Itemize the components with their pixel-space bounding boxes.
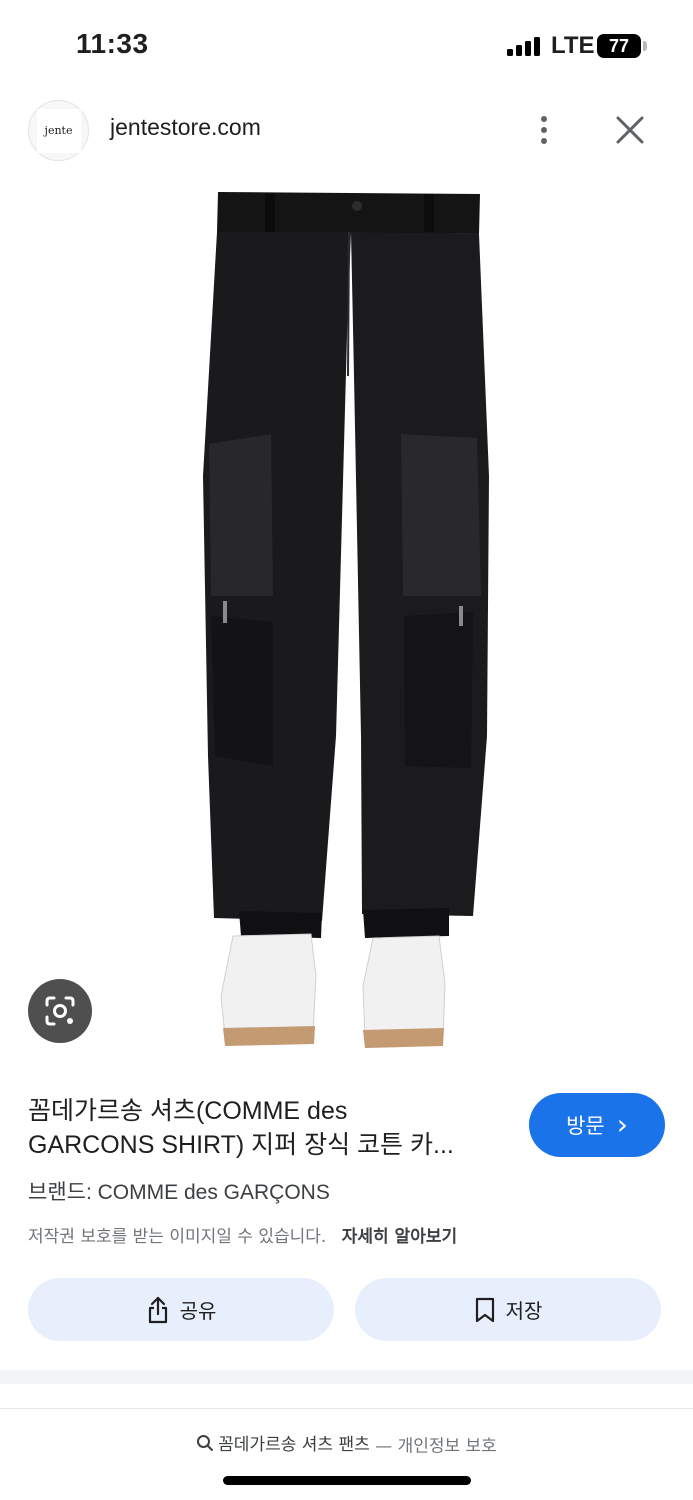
- status-bar: 11:33 LTE 77: [0, 0, 693, 90]
- signal-icon: [507, 36, 543, 56]
- visit-button[interactable]: 방문 ›: [529, 1093, 665, 1157]
- pants-illustration: [203, 192, 489, 1048]
- footer: 꼼데가르송 셔츠 팬츠 — 개인정보 보호: [0, 1430, 693, 1457]
- site-domain[interactable]: jentestore.com: [110, 114, 261, 141]
- save-label: 저장: [505, 1299, 543, 1323]
- chevron-right-icon: ›: [616, 1108, 628, 1141]
- brand-line: 브랜드: COMME des GARÇONS: [28, 1181, 330, 1204]
- network-type: LTE: [551, 32, 595, 59]
- product-title-line2: GARCONS SHIRT) 지퍼 장식 코튼 카...: [28, 1131, 454, 1159]
- footer-search-link[interactable]: 꼼데가르송 셔츠 팬츠: [196, 1430, 370, 1455]
- copyright-text: 저작권 보호를 받는 이미지일 수 있습니다.: [28, 1227, 327, 1247]
- section-divider: [0, 1370, 693, 1384]
- site-logo-text: jente: [36, 108, 81, 153]
- learn-more-link[interactable]: 자세히 알아보기: [342, 1227, 457, 1247]
- battery-icon: 77: [597, 34, 641, 58]
- share-icon: [148, 1296, 167, 1323]
- share-button[interactable]: 공유: [28, 1278, 334, 1341]
- more-vert-icon[interactable]: [524, 110, 564, 150]
- status-time: 11:33: [76, 28, 149, 59]
- footer-search-query: 꼼데가르송 셔츠 팬츠: [218, 1435, 370, 1455]
- save-button[interactable]: 저장: [355, 1278, 661, 1341]
- battery-tip: [643, 41, 647, 51]
- bookmark-icon: [475, 1297, 494, 1322]
- lens-icon[interactable]: [28, 979, 92, 1043]
- close-icon[interactable]: [610, 110, 650, 150]
- home-indicator[interactable]: [223, 1476, 471, 1485]
- footer-separator: —: [375, 1436, 393, 1457]
- copyright-notice: 저작권 보호를 받는 이미지일 수 있습니다. 자세히 알아보기: [28, 1222, 457, 1247]
- privacy-link[interactable]: 개인정보 보호: [398, 1437, 497, 1457]
- footer-divider: [0, 1408, 693, 1409]
- share-label: 공유: [179, 1299, 217, 1323]
- search-icon: [197, 1434, 214, 1451]
- product-image[interactable]: [11, 176, 682, 1071]
- product-title-line1: 꼼데가르송 셔츠(COMME des: [28, 1097, 348, 1125]
- visit-button-label: 방문: [566, 1114, 605, 1138]
- site-logo[interactable]: jente: [28, 100, 89, 161]
- product-title[interactable]: 꼼데가르송 셔츠(COMME des GARCONS SHIRT) 지퍼 장식 …: [28, 1094, 518, 1162]
- page-header: jente jentestore.com: [0, 90, 693, 176]
